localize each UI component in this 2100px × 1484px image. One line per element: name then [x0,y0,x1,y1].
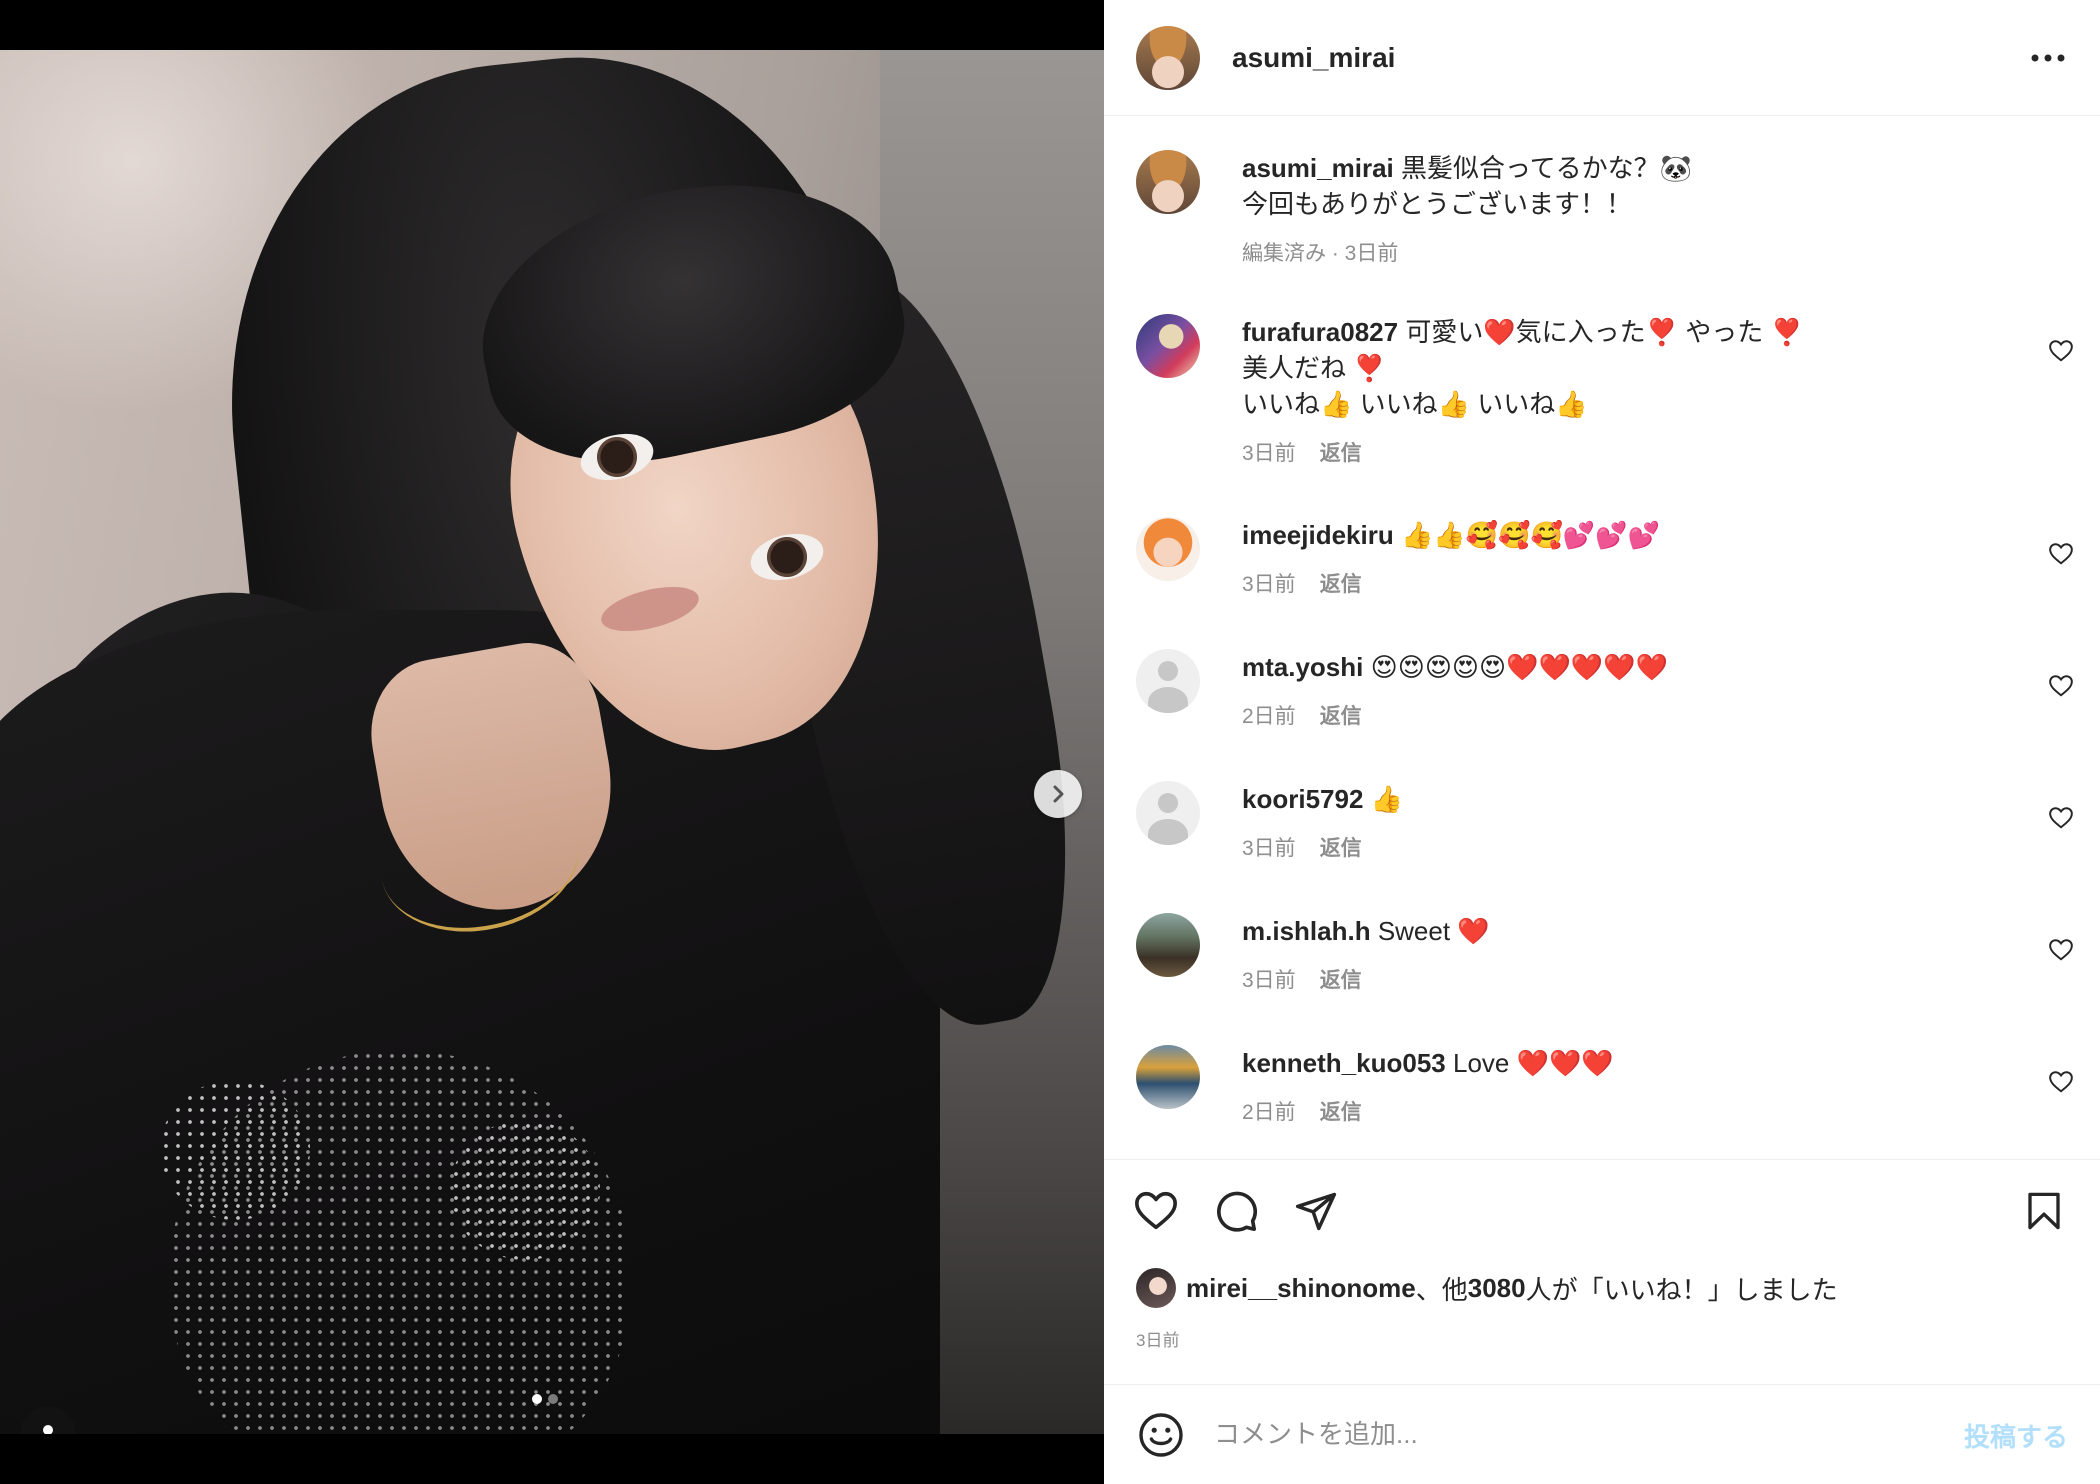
comment-text: Love ❤️❤️❤️ [1452,1048,1614,1078]
comment-like-heart-icon[interactable] [2048,805,2074,831]
save-button[interactable] [2018,1185,2070,1237]
comment-like-heart-icon[interactable] [2048,338,2074,364]
instagram-post-viewer: asumi_mirai asumi_mirai 黒髪似合ってるかな？🐼 今回もあ… [0,0,2100,1484]
comment-username[interactable]: koori5792 [1242,784,1363,814]
likes-summary: mirei__shinonome 、他 3080 人が「いいね！」しました [1136,1268,1838,1308]
comment-text: Sweet ❤️ [1377,916,1490,946]
post-side-panel: asumi_mirai asumi_mirai 黒髪似合ってるかな？🐼 今回もあ… [1104,0,2100,1484]
bookmark-icon [2028,1192,2060,1230]
user-tag-icon [43,1425,53,1434]
comment-item: imeejidekiru 👍👍🥰🥰🥰💕💕💕 3日前 返信 [1136,517,2076,617]
likes-text-mid: 、他 [1415,1274,1468,1305]
commenter-avatar[interactable] [1136,649,1200,713]
carousel-next-button[interactable] [1034,770,1082,818]
comment-time[interactable]: 3日前 [1242,567,1296,603]
comment-item: furafura0827 可愛い❤️気に入った❣️ やった ❣️ 美人だね ❣️… [1136,314,2076,474]
comments-list[interactable]: asumi_mirai 黒髪似合ってるかな？🐼 今回もありがとうございます！！ … [1104,117,2100,1157]
divider [1104,1159,2100,1160]
likes-count[interactable]: 3080 [1468,1273,1526,1304]
comment-username[interactable]: mta.yoshi [1242,652,1363,682]
comment-composer: 投稿する [1104,1385,2100,1484]
post-header: asumi_mirai [1104,0,2100,116]
post-comment-button[interactable]: 投稿する [1964,1417,2068,1454]
smiley-icon [1139,1412,1183,1457]
carousel-indicator [532,1394,558,1404]
comment-text: いいね👍 いいね👍 いいね👍 [1242,389,1588,419]
comment-text: 👍👍🥰🥰🥰💕💕💕 [1400,520,1660,550]
comment-text: 可愛い❤️気に入った❣️ やった ❣️ [1405,317,1803,347]
comment-item: koori5792 👍 3日前 返信 [1136,781,2076,881]
comment-text: 👍 [1370,784,1404,814]
more-horizontal-icon [2031,54,2065,62]
comment-reply-button[interactable]: 返信 [1320,963,1362,999]
comment-like-heart-icon[interactable] [2048,541,2074,567]
commenter-avatar[interactable] [1136,314,1200,378]
owner-avatar[interactable] [1136,25,1200,90]
paper-plane-icon [1295,1192,1337,1231]
comment-reply-button[interactable]: 返信 [1320,567,1362,603]
post-photo[interactable] [0,50,1104,1434]
comment-username[interactable]: imeejidekiru [1242,520,1394,550]
comment-item: kenneth_kuo053 Love ❤️❤️❤️ 2日前 返信 [1136,1045,2076,1145]
post-date[interactable]: 3日前 [1136,1326,1179,1351]
caption-owner-avatar[interactable] [1136,150,1200,214]
liker-avatar[interactable] [1136,1268,1176,1308]
share-button[interactable] [1290,1185,1342,1237]
first-liker-username[interactable]: mirei__shinonome [1186,1273,1416,1304]
comment-item: mta.yoshi 😍😍😍😍😍❤️❤️❤️❤️❤️ 2日前 返信 [1136,649,2076,749]
chevron-right-icon [1053,785,1064,803]
comment-username[interactable]: furafura0827 [1242,317,1398,347]
commenter-avatar[interactable] [1136,1045,1200,1109]
comment-like-heart-icon[interactable] [2048,937,2074,963]
caption-text-line2: 今回もありがとうございます！！ [1242,189,1633,219]
comment-button[interactable] [1210,1185,1262,1237]
comment-reply-button[interactable]: 返信 [1320,1095,1362,1131]
commenter-avatar[interactable] [1136,517,1200,581]
likes-text-end: 人が「いいね！」しました [1525,1274,1838,1305]
commenter-avatar[interactable] [1136,781,1200,845]
caption-meta: 編集済み · 3日前 [1242,242,1399,265]
more-options-button[interactable] [2028,40,2068,76]
comment-bubble-icon [1217,1191,1258,1232]
comment-item: m.ishlah.h Sweet ❤️ 3日前 返信 [1136,913,2076,1013]
comment-time[interactable]: 2日前 [1242,699,1296,735]
comment-time[interactable]: 3日前 [1242,831,1296,867]
emoji-button[interactable] [1136,1410,1186,1460]
caption-username[interactable]: asumi_mirai [1242,153,1394,183]
comment-like-heart-icon[interactable] [2048,673,2074,699]
comment-time[interactable]: 3日前 [1242,963,1296,999]
carousel-dot [532,1394,542,1404]
comment-username[interactable]: kenneth_kuo053 [1242,1048,1446,1078]
caption-text-line1: 黒髪似合ってるかな？🐼 [1400,153,1693,183]
post-actions-bar [1135,1185,2070,1237]
caption: asumi_mirai 黒髪似合ってるかな？🐼 今回もありがとうございます！！ … [1136,150,2076,270]
comment-time[interactable]: 2日前 [1242,1095,1296,1131]
comment-text: 美人だね ❣️ [1242,353,1386,383]
media-column [0,0,1104,1484]
comment-input[interactable] [1214,1409,1974,1460]
comment-reply-button[interactable]: 返信 [1320,699,1362,735]
commenter-avatar[interactable] [1136,913,1200,977]
comment-username[interactable]: m.ishlah.h [1242,916,1371,946]
carousel-dot [548,1394,558,1404]
like-button[interactable] [1130,1185,1182,1237]
comment-time[interactable]: 3日前 [1242,436,1296,472]
comment-reply-button[interactable]: 返信 [1320,436,1362,472]
comment-like-heart-icon[interactable] [2048,1069,2074,1095]
heart-icon [1135,1191,1177,1230]
comment-text: 😍😍😍😍😍❤️❤️❤️❤️❤️ [1370,652,1668,682]
comment-reply-button[interactable]: 返信 [1320,831,1362,867]
owner-username[interactable]: asumi_mirai [1232,42,1395,74]
